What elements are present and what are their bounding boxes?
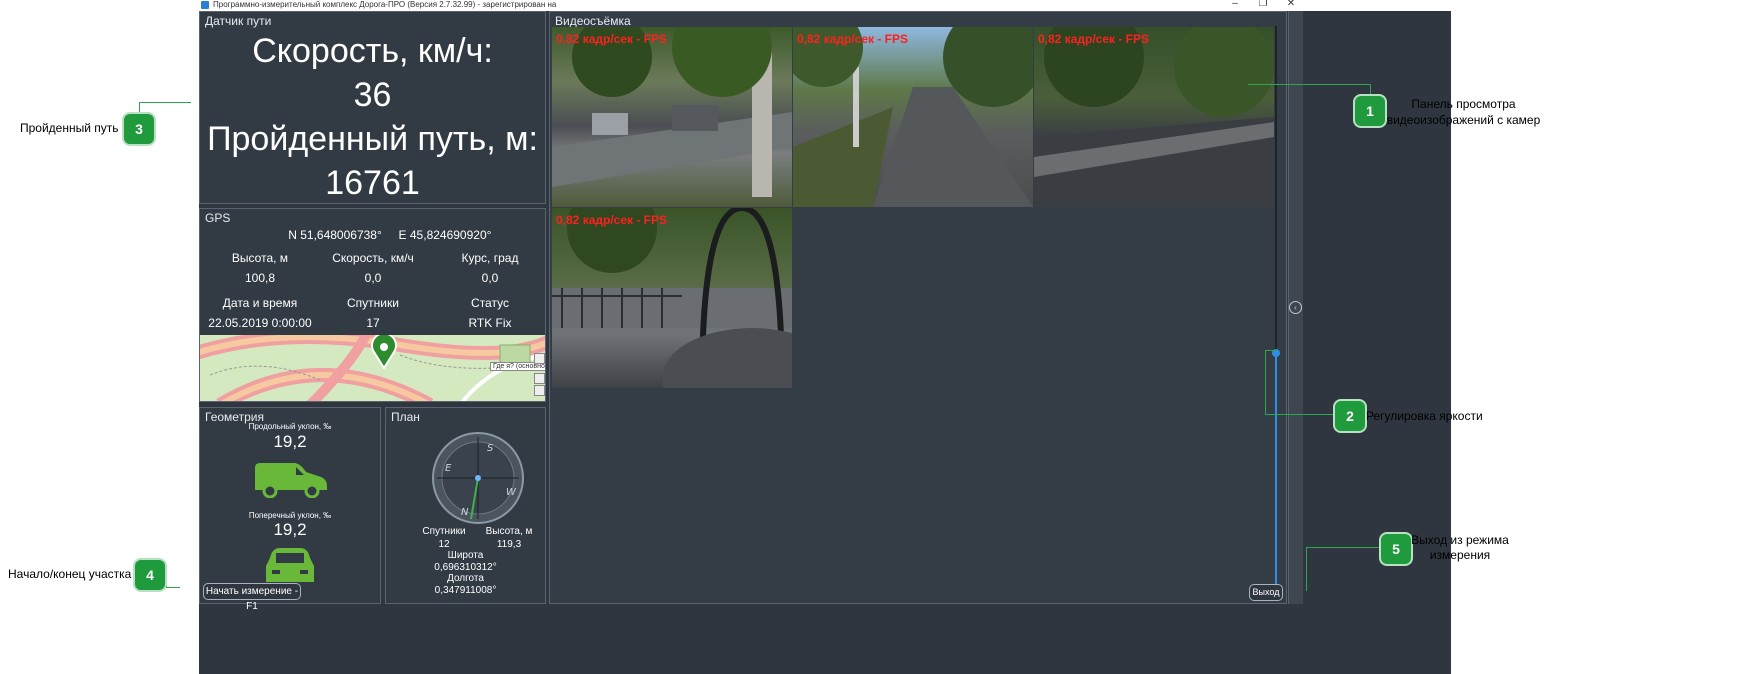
gps-altitude-value: 100,8 <box>244 271 276 285</box>
app-icon <box>201 1 209 9</box>
plan-title: План <box>391 410 420 424</box>
annotation-1-line2: видеоизображений с камер <box>1386 113 1541 127</box>
map-zoom-out-button[interactable] <box>534 373 545 384</box>
compass-n: N <box>461 507 469 518</box>
geometry-panel: Геометрия Продольный уклон, ‰ 19,2 Попер… <box>199 407 381 612</box>
minimize-button[interactable]: – <box>1225 0 1245 9</box>
annotation-4-badge: 4 <box>135 560 165 590</box>
cross-slope-value: 19,2 <box>273 520 307 539</box>
annotation-2-text: Регулировка яркости <box>1366 409 1483 423</box>
gps-satellites-value: 17 <box>366 316 380 330</box>
plan-sat-value: 12 <box>438 539 450 550</box>
camera-view-1[interactable]: 0,82 кадр/сек - FPS <box>552 27 792 207</box>
annotation-2-badge: 2 <box>1335 401 1365 431</box>
van-front-icon <box>266 548 314 582</box>
video-panel: Видеосъёмка 0,82 кадр/сек - FPS 0,82 кад… <box>549 11 1287 604</box>
plan-lat-value: 0,696310312° <box>434 562 497 573</box>
camera-4-fps: 0,82 кадр/сек - FPS <box>556 213 668 227</box>
annotation-4-line-h <box>166 587 180 588</box>
speed-value: 36 <box>353 76 392 114</box>
plan-alt-label: Высота, м <box>485 526 533 537</box>
map-zoom-in-button[interactable] <box>534 353 545 364</box>
annotation-3-text: Пройденный путь <box>20 121 119 135</box>
gps-course-label: Курс, град <box>461 251 519 265</box>
collapse-chevron-icon[interactable]: ‹ <box>1289 301 1302 314</box>
gps-datetime-value: 22.05.2019 0:00:00 <box>208 316 312 330</box>
annotation-2-line-top <box>1265 350 1277 351</box>
speed-label: Скорость, км/ч: <box>252 32 493 70</box>
annotation-4-line-v <box>166 574 167 588</box>
path-sensor-panel: Датчик пути Скорость, км/ч: 36 Пройденны… <box>199 11 546 204</box>
camera-3-scene <box>1034 27 1274 207</box>
annotation-1-line-h <box>1248 84 1370 85</box>
annotation-1-line1: Панель просмотра <box>1411 97 1516 111</box>
van-side-icon <box>255 463 327 498</box>
annotation-2-line-v <box>1265 350 1266 415</box>
compass-e: E <box>445 463 452 474</box>
gps-latitude: N 51,648006738° <box>288 228 382 242</box>
gps-longitude: E 45,824690920° <box>398 228 492 242</box>
map-pin-icon <box>371 335 397 369</box>
plan-sat-label: Спутники <box>422 526 466 537</box>
brightness-slider-track[interactable] <box>1275 352 1277 600</box>
long-slope-label: Продольный уклон, ‰ <box>248 422 332 431</box>
camera-1-fps: 0,82 кадр/сек - FPS <box>556 32 668 46</box>
close-button[interactable]: ✕ <box>1281 0 1301 9</box>
plan-panel: План S W N E Спутники 12 Высота, м 119,3… <box>385 407 546 604</box>
plan-alt-value: 119,3 <box>496 539 522 550</box>
maximize-button[interactable]: ❐ <box>1253 0 1273 9</box>
camera-2-fps: 0,82 кадр/сек - FPS <box>797 32 909 46</box>
compass-w: W <box>506 487 517 498</box>
annotation-5-line-v <box>1306 547 1307 591</box>
gps-satellites-label: Спутники <box>347 296 399 310</box>
gps-map[interactable]: Где я? (основной GPS) <box>200 335 545 401</box>
annotation-3-line-h <box>139 102 191 103</box>
annotation-1-badge: 1 <box>1355 96 1385 126</box>
gps-speed-label: Скорость, км/ч <box>332 251 414 265</box>
start-measurement-button[interactable]: Начать измерение - F1 <box>203 583 301 612</box>
annotation-5-line1: Выход из режима <box>1411 533 1509 547</box>
video-title: Видеосъёмка <box>555 14 631 28</box>
gps-altitude-label: Высота, м <box>231 251 289 265</box>
camera-4-scene <box>552 208 792 388</box>
annotation-5-line2: измерения <box>1429 548 1491 562</box>
path-sensor-title: Датчик пути <box>205 14 272 28</box>
cross-slope-label: Поперечный уклон, ‰ <box>248 511 332 520</box>
camera-view-3[interactable]: 0,82 кадр/сек - FPS <box>1034 27 1274 207</box>
annotation-2-line-h <box>1265 414 1335 415</box>
camera-view-2[interactable]: 0,82 кадр/сек - FPS <box>793 27 1033 207</box>
annotation-5-line-h <box>1306 547 1381 548</box>
gps-status-value: RTK Fix <box>468 316 512 330</box>
distance-value: 16761 <box>325 164 420 202</box>
app-window: Датчик пути Скорость, км/ч: 36 Пройденны… <box>199 11 1451 674</box>
gps-speed-value: 0,0 <box>364 271 382 285</box>
camera-view-4[interactable]: 0,82 кадр/сек - FPS <box>552 208 792 388</box>
map-layers-button[interactable] <box>534 385 545 396</box>
compass-s: S <box>487 443 494 454</box>
exit-button[interactable]: Выход <box>1249 584 1283 601</box>
long-slope-value: 19,2 <box>273 432 307 451</box>
compass-icon: S W N E <box>432 432 524 524</box>
gps-datetime-label: Дата и время <box>222 296 298 310</box>
camera-2-scene <box>793 27 1033 207</box>
gps-course-value: 0,0 <box>481 271 499 285</box>
camera-3-fps: 0,82 кадр/сек - FPS <box>1038 32 1150 46</box>
annotation-3-line-v <box>139 102 140 114</box>
annotation-3-badge: 3 <box>124 114 154 144</box>
window-title: Программно-измерительный комплекс Дорога… <box>213 0 557 9</box>
distance-label: Пройденный путь, м: <box>207 120 538 158</box>
plan-lat-label: Широта <box>447 550 484 561</box>
plan-lon-label: Долгота <box>447 573 484 584</box>
gps-status-label: Статус <box>471 296 509 310</box>
camera-1-scene <box>552 27 792 197</box>
plan-lon-value: 0,347911008° <box>434 585 497 596</box>
annotation-1-line-v <box>1370 84 1371 96</box>
gps-panel: GPS N 51,648006738° E 45,824690920° Высо… <box>199 208 546 402</box>
gps-title: GPS <box>205 211 231 225</box>
annotation-4-text: Начало/конец участка <box>8 567 132 581</box>
